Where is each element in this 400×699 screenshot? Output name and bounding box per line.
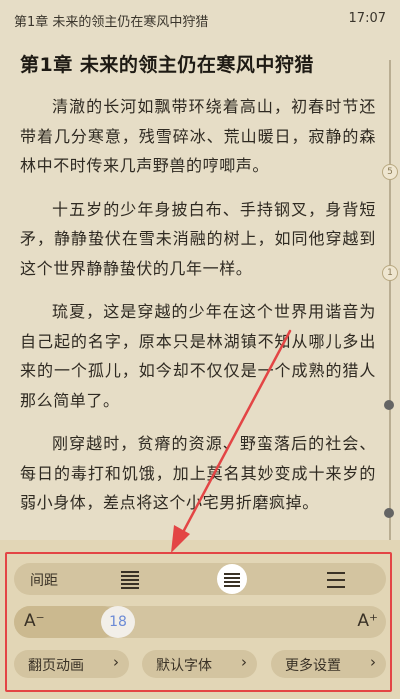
progress-marker	[384, 400, 394, 410]
paragraph: 清澈的长河如飘带环绕着高山，初春时节还带着几分寒意，残雪碎冰、荒山暖日，寂静的森…	[20, 97, 376, 175]
paragraph: 琉夏，这是穿越的少年在这个世界用谐音为自己起的名字，原本只是林湖镇不知从哪儿多出…	[20, 302, 376, 410]
paragraph: 刚穿越时，贫瘠的资源、野蛮落后的社会、每日的毒打和饥饿，加上莫名其妙变成十来岁的…	[20, 434, 376, 512]
comment-count-badge[interactable]: 5	[382, 164, 398, 180]
status-chapter-title: 第1章 未来的领主仍在寒风中狩猎	[14, 15, 209, 30]
status-bar: 第1章 未来的领主仍在寒风中狩猎 17:07	[0, 0, 400, 36]
status-time: 17:07	[348, 11, 386, 26]
comment-count-badge[interactable]: 1	[382, 265, 398, 281]
progress-rail	[389, 60, 391, 540]
reading-content[interactable]: 清澈的长河如飘带环绕着高山，初春时节还带着几分寒意，残雪碎冰、荒山暖日，寂静的森…	[20, 92, 376, 532]
paragraph: 十五岁的少年身披白布、手持钢叉，身背短矛，静静蛰伏在雪未消融的树上，如同他穿越到…	[20, 199, 376, 278]
progress-marker	[384, 508, 394, 518]
annotation-highlight-box	[5, 552, 392, 692]
chapter-title: 第1章 未来的领主仍在寒风中狩猎	[20, 54, 314, 76]
